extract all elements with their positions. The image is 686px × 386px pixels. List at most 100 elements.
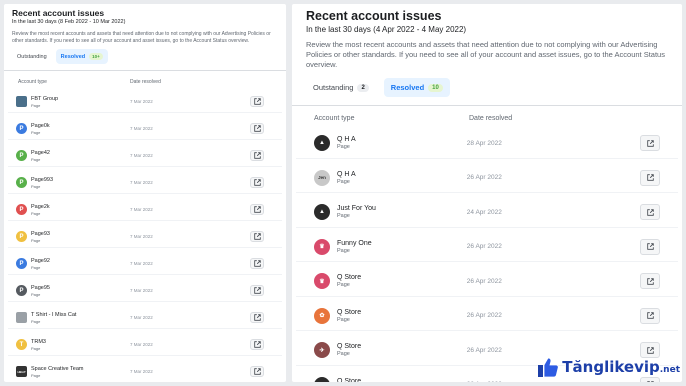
external-link-icon xyxy=(253,341,261,348)
watermark-name: Tănglikevip xyxy=(562,358,660,376)
table-row: P Page2k Page 7 Mar 2022 xyxy=(4,196,286,223)
date-resolved: 26 Apr 2022 xyxy=(466,346,502,354)
external-link-icon xyxy=(253,152,261,159)
external-link-icon xyxy=(646,140,654,147)
account-name: Space Creative Team xyxy=(31,365,84,372)
external-link-icon xyxy=(646,243,654,250)
date-resolved: 7 Mar 2022 xyxy=(130,342,153,347)
open-external-button[interactable] xyxy=(250,177,264,188)
open-external-button[interactable] xyxy=(250,285,264,296)
tab-outstanding-count: 2 xyxy=(357,83,369,92)
open-external-button[interactable] xyxy=(250,258,264,269)
watermark-text: Tănglikevip.net xyxy=(562,358,680,376)
external-link-icon xyxy=(646,381,654,382)
table-row: Jen Q H A Page 26 Apr 2022 xyxy=(292,161,682,196)
tab-outstanding[interactable]: Outstanding 2 xyxy=(306,78,376,97)
account-name: Funny One xyxy=(337,239,372,247)
account-type: Page xyxy=(31,264,41,270)
open-external-button[interactable] xyxy=(250,231,264,242)
table-row: ✿ Q Store Page 26 Apr 2022 xyxy=(292,299,682,334)
account-name: TRM3 xyxy=(31,338,46,345)
account-name: Page95 xyxy=(31,284,50,291)
tab-resolved-label: Resolved xyxy=(390,83,425,92)
issues-list: ▲ Q H A Page 28 Apr 2022 Jen Q H A Page 26 Apr … xyxy=(292,126,682,382)
account-type: Page xyxy=(337,316,350,323)
panel-description: Review the most recent accounts and asse… xyxy=(12,31,271,44)
avatar: P xyxy=(16,123,27,134)
open-external-button[interactable] xyxy=(640,135,660,152)
account-type: Page xyxy=(31,210,41,216)
avatar: T xyxy=(16,339,27,350)
account-entity: ▲Q StorePage xyxy=(314,376,467,382)
external-link-icon xyxy=(253,287,261,294)
account-name: Q Store xyxy=(337,377,362,382)
tab-outstanding[interactable]: Outstanding xyxy=(12,50,52,64)
date-resolved: 7 Mar 2022 xyxy=(130,261,153,266)
date-resolved: 26 Apr 2022 xyxy=(467,381,640,382)
external-link-icon xyxy=(646,312,654,319)
avatar: P xyxy=(16,204,27,215)
account-type: Page xyxy=(337,282,350,289)
table-row: ♛ Funny One Page 26 Apr 2022 xyxy=(292,230,682,265)
date-resolved: 7 Mar 2022 xyxy=(130,180,153,185)
account-type: Page xyxy=(337,213,350,220)
external-link-icon xyxy=(646,209,654,216)
open-external-button[interactable] xyxy=(250,123,264,134)
open-external-button[interactable] xyxy=(250,339,264,350)
open-external-button[interactable] xyxy=(640,273,660,290)
account-type: Page xyxy=(31,183,41,189)
account-name: Page42 xyxy=(31,149,50,156)
account-entity: HELP Space Creative Team Page xyxy=(16,366,130,378)
external-link-icon xyxy=(646,278,654,285)
tab-resolved-count: 10+ xyxy=(89,53,103,60)
date-resolved: 26 Apr 2022 xyxy=(466,243,502,251)
date-resolved: 26 Apr 2022 xyxy=(466,277,502,285)
open-external-button[interactable] xyxy=(640,169,660,186)
avatar: Jen xyxy=(314,169,330,186)
date-resolved: 7 Mar 2022 xyxy=(130,315,153,320)
account-entity: ▲ Q H A Page xyxy=(314,135,467,152)
account-entity: T Shirt - I Miss Cat Page xyxy=(16,312,130,324)
tab-resolved[interactable]: Resolved 10 xyxy=(383,78,450,97)
issues-list: FBT Group Page 7 Mar 2022 P Page0k Page 7 Mar … xyxy=(4,88,286,382)
open-external-button[interactable] xyxy=(640,307,660,324)
thumbs-up-icon xyxy=(538,357,559,378)
col-account-type: Account type xyxy=(314,115,355,122)
tab-resolved[interactable]: Resolved 10+ xyxy=(55,49,108,64)
table-row: ▲ Q H A Page 28 Apr 2022 xyxy=(292,126,682,161)
tab-bar: Outstanding Resolved 10+ xyxy=(4,44,286,64)
external-link-icon xyxy=(253,260,261,267)
account-type: Page xyxy=(31,237,41,243)
tab-outstanding-label: Outstanding xyxy=(313,83,354,92)
date-resolved: 7 Mar 2022 xyxy=(130,126,153,131)
date-resolved: 7 Mar 2022 xyxy=(130,207,153,212)
date-resolved: 26 Apr 2022 xyxy=(466,174,502,182)
account-entity: P Page993 Page xyxy=(16,177,130,189)
avatar: ▲ xyxy=(314,135,330,152)
avatar: P xyxy=(16,258,27,269)
avatar: P xyxy=(16,231,27,242)
open-external-button[interactable] xyxy=(250,96,264,107)
open-external-button[interactable] xyxy=(250,204,264,215)
date-resolved: 24 Apr 2022 xyxy=(466,208,502,216)
account-name: Page92 xyxy=(31,257,50,264)
avatar: P xyxy=(16,285,27,296)
avatar: ▲ xyxy=(314,204,330,221)
open-external-button[interactable] xyxy=(250,366,264,377)
open-external-button[interactable] xyxy=(640,238,660,255)
open-external-button[interactable] xyxy=(250,150,264,161)
open-external-button[interactable] xyxy=(640,204,660,221)
external-link-icon xyxy=(646,347,654,354)
open-external-button[interactable] xyxy=(250,312,264,323)
avatar: HELP xyxy=(16,366,27,377)
table-header: Account type Date resolved xyxy=(292,106,682,126)
table-row: P Page92 Page 7 Mar 2022 xyxy=(4,250,286,277)
avatar: ✈ xyxy=(314,342,330,359)
external-link-icon xyxy=(253,368,261,375)
date-resolved: 7 Mar 2022 xyxy=(130,288,153,293)
date-resolved: 7 Mar 2022 xyxy=(130,369,153,374)
external-link-icon xyxy=(253,314,261,321)
panel-title: Recent account issues xyxy=(306,9,442,23)
account-name: FBT Group xyxy=(31,95,59,102)
avatar: ✿ xyxy=(314,307,330,324)
